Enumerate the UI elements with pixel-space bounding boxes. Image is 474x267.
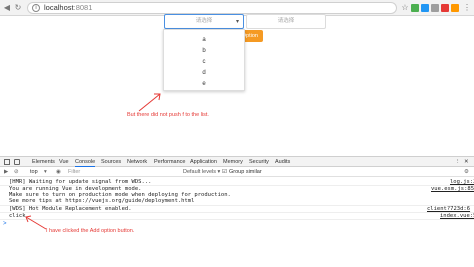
inspect-icon[interactable] bbox=[4, 159, 10, 165]
first-select[interactable]: 请选择 ▾ bbox=[164, 14, 244, 29]
back-icon[interactable]: ◀ bbox=[2, 3, 12, 13]
dropdown-option[interactable]: e bbox=[164, 80, 244, 88]
filter-input[interactable]: Filter bbox=[68, 167, 80, 177]
annotation-text: I have clicked the Add option button. bbox=[46, 228, 135, 234]
devtools-tabbar: Elements Vue Console Sources Network Per… bbox=[0, 157, 474, 167]
second-select[interactable]: 请选择 bbox=[246, 14, 326, 29]
extension-icon[interactable] bbox=[431, 4, 439, 12]
menu-icon[interactable]: ⋮ bbox=[462, 3, 472, 13]
tab-security[interactable]: Security bbox=[249, 157, 269, 167]
chevron-down-icon: ▾ bbox=[235, 19, 239, 25]
group-similar-checkbox[interactable]: ☑ bbox=[222, 167, 227, 177]
tab-console[interactable]: Console bbox=[75, 157, 96, 167]
tab-performance[interactable]: Performance bbox=[154, 157, 186, 167]
dropdown-option[interactable]: a bbox=[164, 36, 244, 44]
extension-icon[interactable] bbox=[441, 4, 449, 12]
clear-icon[interactable]: ⊘ bbox=[14, 167, 19, 177]
info-icon[interactable]: i bbox=[32, 4, 40, 12]
tab-application[interactable]: Application bbox=[190, 157, 217, 167]
chevron-down-icon: ▾ bbox=[44, 169, 47, 175]
select-placeholder: 请选择 bbox=[195, 18, 213, 24]
console-prompt[interactable]: > bbox=[3, 221, 7, 227]
eye-icon[interactable]: ◉ bbox=[56, 167, 61, 177]
tab-network[interactable]: Network bbox=[127, 157, 147, 167]
more-icon[interactable]: ⋮ bbox=[455, 157, 461, 167]
select-placeholder: 请选择 bbox=[277, 18, 295, 24]
gear-icon[interactable]: ⚙ bbox=[464, 167, 469, 177]
dropdown-option[interactable]: c bbox=[164, 58, 244, 66]
address-bar[interactable]: i localhost:8081 bbox=[27, 2, 397, 14]
close-icon[interactable]: ✕ bbox=[464, 157, 469, 167]
dropdown-option[interactable]: d bbox=[164, 69, 244, 77]
star-icon[interactable]: ☆ bbox=[400, 3, 410, 13]
console-filter-bar: ▶ ⊘ top ▾ ◉ Filter Default levels ▾ ☑ Gr… bbox=[0, 167, 474, 177]
tab-elements[interactable]: Elements bbox=[32, 157, 55, 167]
divider bbox=[0, 219, 474, 220]
device-icon[interactable] bbox=[14, 159, 20, 165]
log-source-link[interactable]: vue.esm.js:856 bbox=[431, 186, 474, 192]
context-select[interactable]: top bbox=[30, 167, 38, 177]
reload-icon[interactable]: ↻ bbox=[13, 3, 23, 13]
tab-memory[interactable]: Memory bbox=[223, 157, 243, 167]
annotation-arrow bbox=[138, 93, 161, 112]
url-text: localhost:8081 bbox=[44, 3, 93, 12]
annotation-text: But there did not push f to the list. bbox=[127, 112, 209, 118]
tab-vue[interactable]: Vue bbox=[59, 157, 69, 167]
group-similar-label: Group similar bbox=[229, 169, 262, 175]
play-icon[interactable]: ▶ bbox=[4, 167, 8, 177]
extension-icon[interactable] bbox=[421, 4, 429, 12]
divider bbox=[0, 212, 474, 213]
console-log-line: See more tips at https://vuejs.org/guide… bbox=[9, 198, 195, 204]
tab-sources[interactable]: Sources bbox=[101, 157, 121, 167]
extension-icon[interactable] bbox=[411, 4, 419, 12]
select-dropdown: a b c d e bbox=[163, 29, 245, 91]
extension-icon[interactable] bbox=[451, 4, 459, 12]
tab-audits[interactable]: Audits bbox=[275, 157, 290, 167]
levels-select[interactable]: Default levels ▾ bbox=[183, 167, 220, 177]
dropdown-option[interactable]: b bbox=[164, 47, 244, 55]
